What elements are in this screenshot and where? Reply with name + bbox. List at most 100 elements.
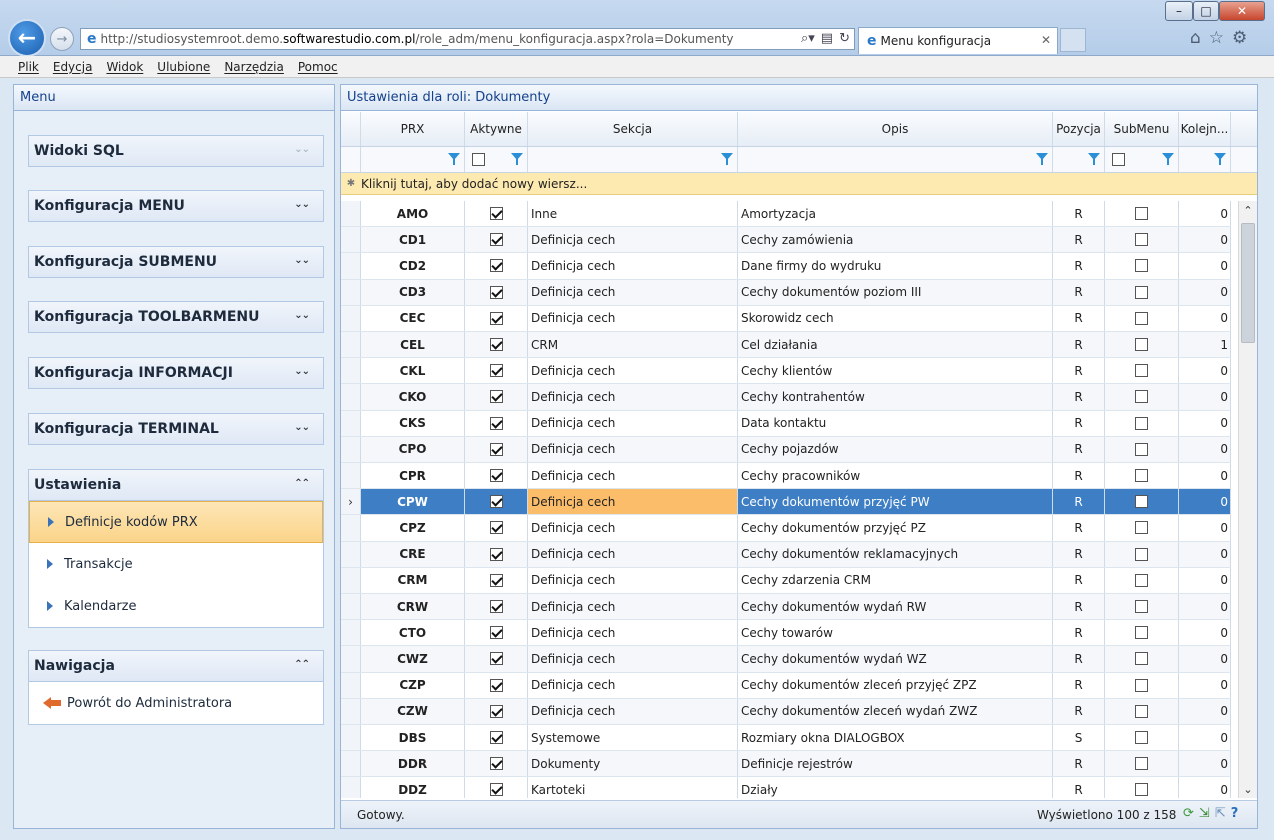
cell-pozycja[interactable]: R (1053, 410, 1105, 436)
cell-pozycja[interactable]: R (1053, 646, 1105, 672)
cell-kolejnosc[interactable]: 0 (1179, 384, 1231, 410)
row-indicator[interactable] (341, 201, 361, 227)
cell-sekcja[interactable]: Systemowe (528, 725, 738, 751)
cell-submenu[interactable] (1105, 279, 1179, 305)
cell-aktywne[interactable] (465, 594, 528, 620)
cell-aktywne[interactable] (465, 410, 528, 436)
row-indicator[interactable] (341, 620, 361, 646)
submenu-checkbox[interactable] (1135, 416, 1148, 430)
submenu-checkbox[interactable] (1135, 626, 1148, 640)
cell-pozycja[interactable]: R (1053, 253, 1105, 279)
cell-opis[interactable]: Amortyzacja (738, 201, 1053, 227)
cell-opis[interactable]: Cechy dokumentów reklamacyjnych (738, 541, 1053, 567)
submenu-checkbox[interactable] (1135, 495, 1148, 509)
table-row[interactable]: CPZ Definicja cech Cechy dokumentów przyję… (341, 515, 1231, 542)
cell-submenu[interactable] (1105, 201, 1179, 227)
cell-pozycja[interactable]: R (1053, 672, 1105, 698)
filter-prx[interactable] (361, 147, 465, 172)
row-indicator[interactable] (341, 672, 361, 698)
cell-aktywne[interactable] (465, 515, 528, 541)
submenu-checkbox[interactable] (1135, 390, 1148, 404)
cell-sekcja[interactable]: Definicja cech (528, 489, 738, 515)
address-bar[interactable]: e http://studiosystemroot.demo.softwares… (80, 28, 855, 50)
cell-prx[interactable]: CKO (361, 384, 465, 410)
cell-kolejnosc[interactable]: 0 (1179, 567, 1231, 593)
submenu-checkbox[interactable] (1135, 652, 1148, 666)
cell-prx[interactable]: CRE (361, 541, 465, 567)
cell-sekcja[interactable]: Definicja cech (528, 620, 738, 646)
filter-icon[interactable] (1088, 153, 1100, 165)
cell-opis[interactable]: Cechy dokumentów przyjęć PZ (738, 515, 1053, 541)
table-row[interactable]: CD2 Definicja cech Dane firmy do wydruku R 0 (341, 253, 1231, 280)
nav-transakcje[interactable]: Transakcje (29, 543, 323, 585)
filter-aktywne[interactable] (465, 147, 528, 172)
maximize-button[interactable]: □ (1193, 1, 1219, 21)
cell-prx[interactable]: DBS (361, 725, 465, 751)
cell-pozycja[interactable]: R (1053, 594, 1105, 620)
search-icon[interactable]: ⌕▾ (801, 31, 815, 46)
aktywne-checkbox[interactable] (489, 390, 503, 404)
cell-submenu[interactable] (1105, 594, 1179, 620)
cell-pozycja[interactable]: S (1053, 725, 1105, 751)
cell-sekcja[interactable]: Definicja cech (528, 227, 738, 253)
header-opis[interactable]: Opis (738, 112, 1053, 146)
cell-submenu[interactable] (1105, 567, 1179, 593)
submenu-checkbox[interactable] (1135, 573, 1148, 587)
aktywne-checkbox[interactable] (489, 495, 503, 509)
cell-submenu[interactable] (1105, 777, 1179, 798)
cell-pozycja[interactable]: R (1053, 227, 1105, 253)
cell-opis[interactable]: Cechy klientów (738, 358, 1053, 384)
cell-prx[interactable]: CPR (361, 463, 465, 489)
cell-pozycja[interactable]: R (1053, 436, 1105, 462)
cell-aktywne[interactable] (465, 646, 528, 672)
cell-kolejnosc[interactable]: 0 (1179, 751, 1231, 777)
cell-kolejnosc[interactable]: 0 (1179, 436, 1231, 462)
filter-icon[interactable] (1214, 153, 1226, 165)
cell-prx[interactable]: CPO (361, 436, 465, 462)
menu-widok[interactable]: Widok (106, 60, 143, 74)
nav-definicje-kodow-prx[interactable]: Definicje kodów PRX (29, 501, 323, 543)
cell-opis[interactable]: Cechy zdarzenia CRM (738, 567, 1053, 593)
cell-kolejnosc[interactable]: 0 (1179, 777, 1231, 798)
cell-submenu[interactable] (1105, 410, 1179, 436)
cell-submenu[interactable] (1105, 227, 1179, 253)
row-indicator[interactable] (341, 410, 361, 436)
cell-opis[interactable]: Dane firmy do wydruku (738, 253, 1053, 279)
cell-opis[interactable]: Cechy zamówienia (738, 227, 1053, 253)
row-indicator[interactable] (341, 463, 361, 489)
cell-prx[interactable]: CKS (361, 410, 465, 436)
aktywne-checkbox[interactable] (489, 285, 503, 299)
filter-sekcja[interactable] (528, 147, 738, 172)
cell-submenu[interactable] (1105, 751, 1179, 777)
table-row[interactable]: CEC Definicja cech Skorowidz cech R 0 (341, 305, 1231, 332)
cell-submenu[interactable] (1105, 515, 1179, 541)
submenu-checkbox[interactable] (1135, 704, 1148, 718)
cell-kolejnosc[interactable]: 0 (1179, 279, 1231, 305)
cell-kolejnosc[interactable]: 0 (1179, 489, 1231, 515)
add-new-row[interactable]: ✱ Kliknij tutaj, aby dodać nowy wiersz..… (341, 173, 1257, 195)
table-row[interactable]: DDZ Kartoteki Działy R 0 (341, 777, 1231, 798)
cell-opis[interactable]: Data kontaktu (738, 410, 1053, 436)
cell-opis[interactable]: Działy (738, 777, 1053, 798)
submenu-checkbox[interactable] (1135, 233, 1148, 247)
cell-prx[interactable]: AMO (361, 201, 465, 227)
cell-kolejnosc[interactable]: 0 (1179, 541, 1231, 567)
cell-sekcja[interactable]: Definicja cech (528, 305, 738, 331)
cell-prx[interactable]: CEC (361, 305, 465, 331)
cell-opis[interactable]: Skorowidz cech (738, 305, 1053, 331)
row-indicator[interactable] (341, 253, 361, 279)
menu-narzedzia[interactable]: Narzędzia (224, 60, 284, 74)
cell-aktywne[interactable] (465, 279, 528, 305)
cell-opis[interactable]: Cel działania (738, 332, 1053, 358)
cell-submenu[interactable] (1105, 646, 1179, 672)
cell-aktywne[interactable] (465, 358, 528, 384)
aktywne-checkbox[interactable] (489, 442, 503, 456)
minimize-button[interactable]: – (1165, 1, 1193, 21)
aktywne-checkbox[interactable] (489, 259, 503, 273)
filter-pozycja[interactable] (1053, 147, 1105, 172)
cell-sekcja[interactable]: Kartoteki (528, 777, 738, 798)
cell-opis[interactable]: Cechy pojazdów (738, 436, 1053, 462)
row-indicator[interactable] (341, 305, 361, 331)
cell-aktywne[interactable] (465, 725, 528, 751)
cell-sekcja[interactable]: Definicja cech (528, 698, 738, 724)
